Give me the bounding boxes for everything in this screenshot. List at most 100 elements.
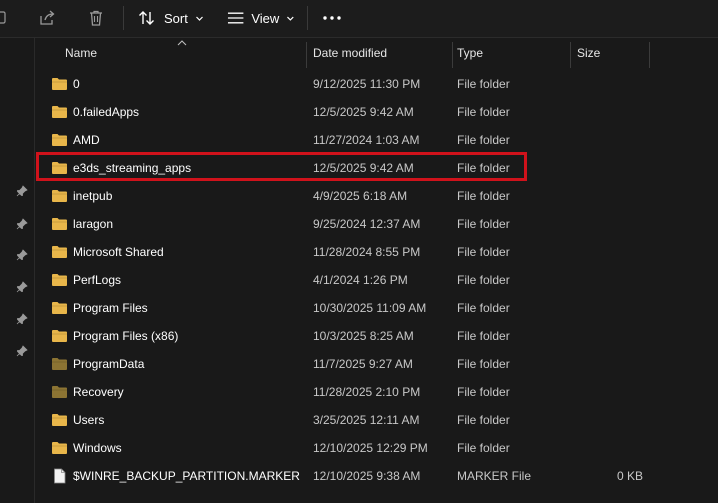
file-size — [571, 182, 643, 210]
file-date-modified: 11/28/2025 2:10 PM — [313, 385, 421, 399]
file-name: Recovery — [73, 385, 124, 399]
column-divider[interactable] — [306, 42, 307, 68]
file-type: File folder — [457, 77, 510, 91]
file-row[interactable]: AMD 11/27/2024 1:03 AM File folder — [35, 126, 718, 154]
file-size — [571, 406, 643, 434]
folder-icon — [51, 328, 68, 344]
copy-button[interactable] — [0, 4, 12, 32]
file-type: File folder — [457, 245, 510, 259]
file-date-modified: 10/3/2025 8:25 AM — [313, 329, 414, 343]
file-size — [571, 238, 643, 266]
folder-icon — [51, 104, 68, 120]
column-date-modified[interactable]: Date modified — [313, 38, 451, 69]
sort-icon — [139, 11, 154, 25]
navigation-pane-edge — [0, 38, 35, 503]
view-button[interactable]: View — [227, 4, 295, 32]
pin-icon[interactable] — [16, 313, 28, 325]
column-divider[interactable] — [570, 42, 571, 68]
file-row[interactable]: Users 3/25/2025 12:11 AM File folder — [35, 406, 718, 434]
file-size — [571, 322, 643, 350]
file-list: 0 9/12/2025 11:30 PM File folder 0.failedAp… — [35, 70, 718, 490]
file-name: 0 — [73, 77, 80, 91]
file-row[interactable]: Recovery 11/28/2025 2:10 PM File folder — [35, 378, 718, 406]
file-name: 0.failedApps — [73, 105, 140, 119]
trash-icon — [90, 10, 102, 26]
file-type: File folder — [457, 273, 510, 287]
column-name[interactable]: Name — [65, 38, 305, 69]
sort-button[interactable]: Sort — [138, 4, 204, 32]
file-name: e3ds_streaming_apps — [73, 161, 192, 175]
file-row[interactable]: 0.failedApps 12/5/2025 9:42 AM File folder — [35, 98, 718, 126]
folder-icon — [51, 132, 68, 148]
file-size — [571, 70, 643, 98]
file-size — [571, 378, 643, 406]
column-name-label: Name — [65, 46, 98, 60]
view-label: View — [251, 10, 280, 26]
file-row[interactable]: PerfLogs 4/1/2024 1:26 PM File folder — [35, 266, 718, 294]
file-row[interactable]: Windows 12/10/2025 12:29 PM File folder — [35, 434, 718, 462]
hidden-folder-icon — [51, 384, 68, 400]
hidden-folder-icon — [51, 356, 68, 372]
file-type: File folder — [457, 161, 510, 175]
file-row[interactable]: ProgramData 11/7/2025 9:27 AM File folder — [35, 350, 718, 378]
file-size — [571, 294, 643, 322]
view-icon — [227, 12, 244, 24]
pin-icon[interactable] — [16, 218, 28, 230]
column-date-label: Date modified — [313, 46, 388, 60]
column-type[interactable]: Type — [457, 38, 567, 69]
file-type: File folder — [457, 301, 510, 315]
folder-icon — [51, 300, 68, 316]
file-type: MARKER File — [457, 469, 532, 483]
toolbar-separator — [123, 6, 124, 30]
file-date-modified: 10/30/2025 11:09 AM — [313, 301, 427, 315]
file-name: Program Files (x86) — [73, 329, 179, 343]
file-row[interactable]: Program Files 10/30/2025 11:09 AM File fol… — [35, 294, 718, 322]
pin-icon[interactable] — [16, 249, 28, 261]
copy-icon — [0, 11, 6, 24]
file-name: PerfLogs — [73, 273, 122, 287]
more-options-button[interactable] — [320, 4, 344, 32]
file-date-modified: 12/10/2025 9:38 AM — [313, 469, 421, 483]
column-header: Name Date modified Type Size — [35, 38, 718, 69]
folder-icon — [51, 188, 68, 204]
file-date-modified: 3/25/2025 12:11 AM — [313, 413, 420, 427]
delete-button[interactable] — [87, 4, 109, 32]
file-date-modified: 11/7/2025 9:27 AM — [313, 357, 413, 371]
file-name: $WINRE_BACKUP_PARTITION.MARKER — [73, 469, 300, 483]
share-button[interactable] — [38, 4, 60, 32]
column-size-label: Size — [577, 46, 601, 60]
file-row[interactable]: 0 9/12/2025 11:30 PM File folder — [35, 70, 718, 98]
file-row[interactable]: laragon 9/25/2024 12:37 AM File folder — [35, 210, 718, 238]
file-date-modified: 11/28/2024 8:55 PM — [313, 245, 421, 259]
file-date-modified: 12/5/2025 9:42 AM — [313, 105, 414, 119]
file-name: Microsoft Shared — [73, 245, 164, 259]
file-type: File folder — [457, 357, 510, 371]
file-date-modified: 9/12/2025 11:30 PM — [313, 77, 421, 91]
file-size: 0 KB — [616, 469, 643, 483]
file-row[interactable]: Microsoft Shared 11/28/2024 8:55 PM File f… — [35, 238, 718, 266]
file-type: File folder — [457, 133, 510, 147]
pin-icon[interactable] — [16, 345, 28, 357]
file-row[interactable]: Program Files (x86) 10/3/2025 8:25 AM File… — [35, 322, 718, 350]
file-date-modified: 12/10/2025 12:29 PM — [313, 441, 428, 455]
folder-icon — [51, 244, 68, 260]
pin-icon[interactable] — [16, 185, 28, 197]
chevron-down-icon — [287, 16, 294, 21]
file-name: Windows — [73, 441, 122, 455]
column-divider[interactable] — [452, 42, 453, 68]
file-type: File folder — [457, 441, 510, 455]
file-name: laragon — [73, 217, 114, 231]
file-type: File folder — [457, 189, 510, 203]
file-row[interactable]: inetpub 4/9/2025 6:18 AM File folder — [35, 182, 718, 210]
file-row[interactable]: e3ds_streaming_apps 12/5/2025 9:42 AM File… — [35, 154, 718, 182]
file-icon — [51, 468, 68, 484]
file-size — [571, 154, 643, 182]
file-name: ProgramData — [73, 357, 145, 371]
file-date-modified: 4/1/2024 1:26 PM — [313, 273, 408, 287]
column-divider[interactable] — [649, 42, 650, 68]
file-name: Program Files — [73, 301, 148, 315]
pin-icon[interactable] — [16, 281, 28, 293]
column-size[interactable]: Size — [577, 38, 647, 69]
share-icon — [40, 10, 55, 25]
file-row[interactable]: $WINRE_BACKUP_PARTITION.MARKER 12/10/2025… — [35, 462, 718, 490]
